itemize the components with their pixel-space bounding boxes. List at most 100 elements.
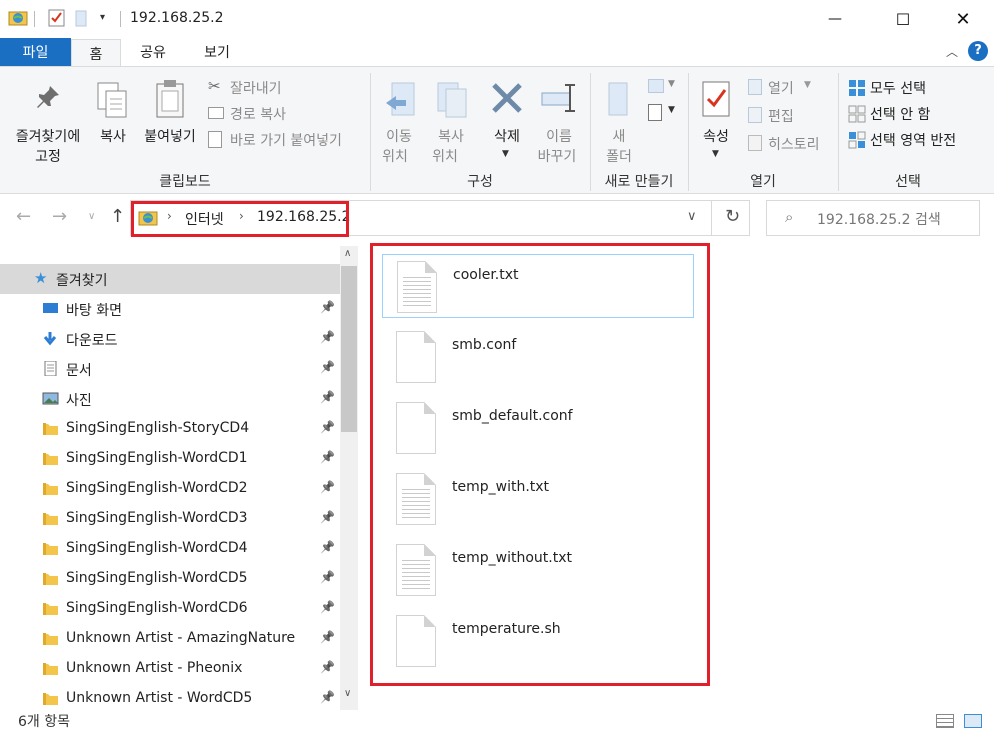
details-view-icon[interactable]	[936, 714, 954, 728]
tab-view[interactable]: 보기	[192, 38, 242, 66]
properties-dropdown-icon[interactable]: ▼	[712, 149, 719, 159]
copy-button[interactable]: 복사	[92, 75, 134, 155]
pin-icon[interactable]: 📌	[320, 690, 335, 704]
nav-item[interactable]: SingSingEnglish-WordCD4 📌	[0, 534, 340, 564]
ribbon-collapse-icon[interactable]: ︿	[946, 43, 958, 60]
new-item-dropdown-icon: ▼	[668, 79, 675, 89]
pin-icon[interactable]: 📌	[320, 660, 335, 674]
move-to-label-1: 이동	[386, 129, 412, 145]
easy-access-button[interactable]: ▼	[648, 103, 682, 123]
select-none-button[interactable]: 선택 안 함	[846, 103, 956, 125]
select-all-button[interactable]: 모두 선택	[846, 77, 956, 99]
back-button[interactable]: ←	[16, 206, 31, 227]
tab-home[interactable]: 홈	[71, 39, 121, 67]
address-dropdown-icon[interactable]: ∨	[687, 209, 697, 224]
edit-icon	[748, 107, 762, 123]
invert-selection-icon	[848, 131, 866, 149]
pin-icon[interactable]: 📌	[320, 330, 335, 344]
delete-label: 삭제	[494, 129, 520, 145]
new-folder-quick-icon[interactable]	[74, 10, 90, 28]
organize-group-label: 구성	[467, 174, 493, 190]
nav-scrollbar-thumb[interactable]	[341, 266, 357, 432]
large-icons-view-icon[interactable]	[964, 714, 982, 728]
nav-item[interactable]: 사진 📌	[0, 384, 340, 414]
nav-item[interactable]: SingSingEnglish-WordCD6 📌	[0, 594, 340, 624]
pin-icon[interactable]: 📌	[320, 480, 335, 494]
new-folder-button[interactable]: 새 폴더	[596, 75, 642, 165]
pin-icon[interactable]: 📌	[320, 420, 335, 434]
nav-item[interactable]: SingSingEnglish-StoryCD4 📌	[0, 414, 340, 444]
invert-selection-button[interactable]: 선택 영역 반전	[846, 129, 986, 151]
nav-item[interactable]: SingSingEnglish-WordCD1 📌	[0, 444, 340, 474]
pin-icon[interactable]: 📌	[320, 630, 335, 644]
nav-quick-access[interactable]: ★ 즐겨찾기	[0, 264, 340, 294]
nav-item-label: Unknown Artist - AmazingNature	[66, 630, 296, 646]
nav-item[interactable]: Unknown Artist - AmazingNature 📌	[0, 624, 340, 654]
pin-icon[interactable]: 📌	[320, 570, 335, 584]
nav-item[interactable]: SingSingEnglish-WordCD2 📌	[0, 474, 340, 504]
nav-item[interactable]: Unknown Artist - Pheonix 📌	[0, 654, 340, 684]
nav-item[interactable]: 문서 📌	[0, 354, 340, 384]
move-to-button[interactable]: 이동 위치	[376, 75, 422, 165]
pin-label-line2: 고정	[35, 149, 61, 165]
pin-icon[interactable]: 📌	[320, 390, 335, 404]
cut-label: 잘라내기	[230, 81, 282, 97]
close-button[interactable]: ✕	[940, 0, 986, 38]
folder-icon	[42, 451, 59, 466]
qat-dropdown-icon[interactable]: ▾	[100, 12, 105, 23]
minimize-button[interactable]: —	[812, 0, 858, 38]
forward-button[interactable]: →	[52, 206, 67, 227]
open-button[interactable]: 열기 ▼	[746, 77, 826, 99]
nav-item-label: SingSingEnglish-WordCD3	[66, 510, 248, 526]
refresh-icon[interactable]: ↻	[725, 206, 740, 227]
folder-icon	[42, 511, 59, 526]
copy-to-button[interactable]: 복사 위치	[426, 75, 476, 165]
new-folder-label-2: 폴더	[606, 149, 632, 165]
recent-locations-icon[interactable]: ∨	[88, 211, 95, 222]
edit-button[interactable]: 편집	[746, 105, 826, 127]
pin-icon[interactable]: 📌	[320, 360, 335, 374]
tab-share[interactable]: 공유	[128, 38, 178, 66]
paste-shortcut-icon	[208, 131, 222, 148]
maximize-button[interactable]: ☐	[880, 0, 926, 38]
scroll-down-icon[interactable]: ∨	[344, 688, 351, 699]
new-item-button[interactable]: ▼	[648, 77, 682, 97]
pin-icon[interactable]: 📌	[320, 600, 335, 614]
pin-icon[interactable]: 📌	[320, 540, 335, 554]
copy-path-button[interactable]: 경로 복사	[206, 103, 316, 125]
open-label: 열기	[768, 81, 794, 97]
qat-separator	[34, 11, 35, 27]
nav-item[interactable]: 바탕 화면 📌	[0, 294, 340, 324]
search-icon: ⌕	[785, 208, 794, 226]
nav-item-label: Unknown Artist - WordCD5	[66, 690, 253, 706]
nav-item[interactable]: SingSingEnglish-WordCD5 📌	[0, 564, 340, 594]
nav-item-label: SingSingEnglish-WordCD6	[66, 600, 248, 616]
up-button[interactable]: ↑	[110, 206, 125, 227]
pin-to-quick-access-button[interactable]: 즐겨찾기에 고정	[4, 75, 88, 165]
scroll-up-icon[interactable]: ∧	[344, 248, 351, 259]
easy-access-icon	[648, 104, 662, 121]
properties-quick-icon[interactable]	[48, 9, 66, 27]
delete-button[interactable]: 삭제 ▼	[480, 75, 534, 163]
pin-icon[interactable]: 📌	[320, 300, 335, 314]
nav-item[interactable]: SingSingEnglish-WordCD3 📌	[0, 504, 340, 534]
folder-icon	[42, 631, 59, 646]
paste-button[interactable]: 붙여넣기	[138, 75, 202, 155]
nav-item[interactable]: Unknown Artist - WordCD5 📌	[0, 684, 340, 714]
properties-button[interactable]: 속성 ▼	[694, 75, 738, 163]
explorer-app-icon[interactable]	[8, 9, 28, 27]
nav-item[interactable]: 다운로드 📌	[0, 324, 340, 354]
cut-button[interactable]: ✂ 잘라내기	[206, 77, 306, 99]
help-icon[interactable]: ?	[968, 41, 988, 61]
delete-dropdown-icon[interactable]: ▼	[502, 149, 509, 159]
rename-button[interactable]: 이름 바꾸기	[534, 75, 584, 165]
tab-file[interactable]: 파일	[0, 38, 71, 66]
copy-to-label-1: 복사	[438, 129, 464, 145]
pin-icon[interactable]: 📌	[320, 450, 335, 464]
history-button[interactable]: 히스토리	[746, 133, 836, 155]
paste-shortcut-button[interactable]: 바로 가기 붙여넣기	[206, 129, 366, 151]
search-box[interactable]: ⌕ 192.168.25.2 검색	[766, 200, 980, 236]
nav-item-label: 문서	[66, 363, 92, 379]
pin-icon[interactable]: 📌	[320, 510, 335, 524]
nav-item-label: SingSingEnglish-WordCD1	[66, 450, 248, 466]
